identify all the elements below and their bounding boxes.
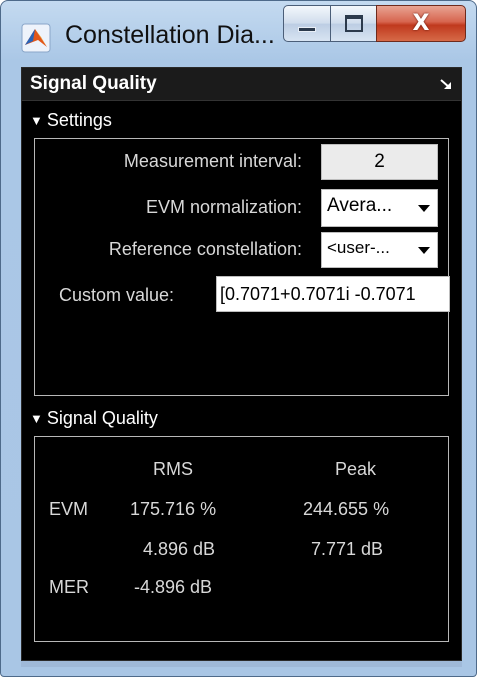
dropdown-arrow-icon[interactable] — [411, 190, 437, 226]
matlab-logo-icon — [21, 23, 51, 53]
close-icon: X — [412, 11, 430, 36]
undock-arrow-icon[interactable] — [439, 77, 453, 91]
maximize-button[interactable] — [330, 5, 377, 42]
settings-section-header[interactable]: ▼ Settings — [30, 110, 112, 134]
settings-header-label: Settings — [46, 110, 112, 130]
measurement-interval-label: Measurement interval: — [123, 151, 302, 171]
mer-row-label: MER — [49, 577, 89, 597]
evm-rms-percent: 175.716 % — [130, 499, 217, 519]
minimize-icon — [298, 27, 316, 32]
peak-column-header: Peak — [335, 459, 377, 479]
collapse-triangle-icon: ▼ — [30, 411, 43, 426]
signal-quality-group: RMS Peak EVM 175.716 % 244.655 % 4.896 d… — [34, 436, 449, 642]
title-bar[interactable]: Constellation Dia... X — [1, 1, 476, 65]
panel-bottom-strip — [21, 661, 462, 667]
app-window: Constellation Dia... X Signal Quality ▼ S… — [0, 0, 477, 677]
reference-constellation-value: <user-... — [327, 238, 390, 257]
custom-value-input[interactable]: [0.7071+0.7071i -0.7071 — [216, 276, 450, 312]
custom-value-label: Custom value: — [59, 285, 175, 305]
evm-normalization-value: Avera... — [327, 195, 393, 216]
evm-normalization-label: EVM normalization: — [145, 197, 302, 217]
evm-peak-db: 7.771 dB — [311, 539, 384, 559]
reference-constellation-label: Reference constellation: — [108, 239, 302, 259]
reference-constellation-dropdown[interactable]: <user-... — [321, 232, 438, 268]
panel-title: Signal Quality — [30, 73, 157, 94]
window-title: Constellation Dia... — [65, 21, 275, 49]
signal-quality-section-header[interactable]: ▼ Signal Quality — [30, 408, 158, 432]
evm-rms-db: 4.896 dB — [143, 539, 216, 559]
dropdown-arrow-icon[interactable] — [411, 233, 437, 267]
signal-quality-header-label: Signal Quality — [46, 408, 158, 428]
evm-row-label: EVM — [49, 499, 89, 519]
minimize-button[interactable] — [283, 5, 331, 42]
signal-quality-panel: Signal Quality ▼ Settings Measurement int… — [21, 67, 462, 661]
collapse-triangle-icon: ▼ — [30, 113, 43, 128]
measurement-interval-field[interactable]: 2 — [321, 144, 438, 180]
close-button[interactable]: X — [376, 5, 466, 42]
maximize-icon — [344, 15, 363, 32]
settings-group: Measurement interval: 2 EVM normalizatio… — [34, 138, 450, 396]
evm-normalization-dropdown[interactable]: Avera... — [321, 189, 438, 227]
evm-peak-percent: 244.655 % — [303, 499, 390, 519]
panel-header: Signal Quality — [22, 68, 461, 101]
rms-column-header: RMS — [153, 459, 193, 479]
mer-rms-db: -4.896 dB — [134, 577, 213, 597]
